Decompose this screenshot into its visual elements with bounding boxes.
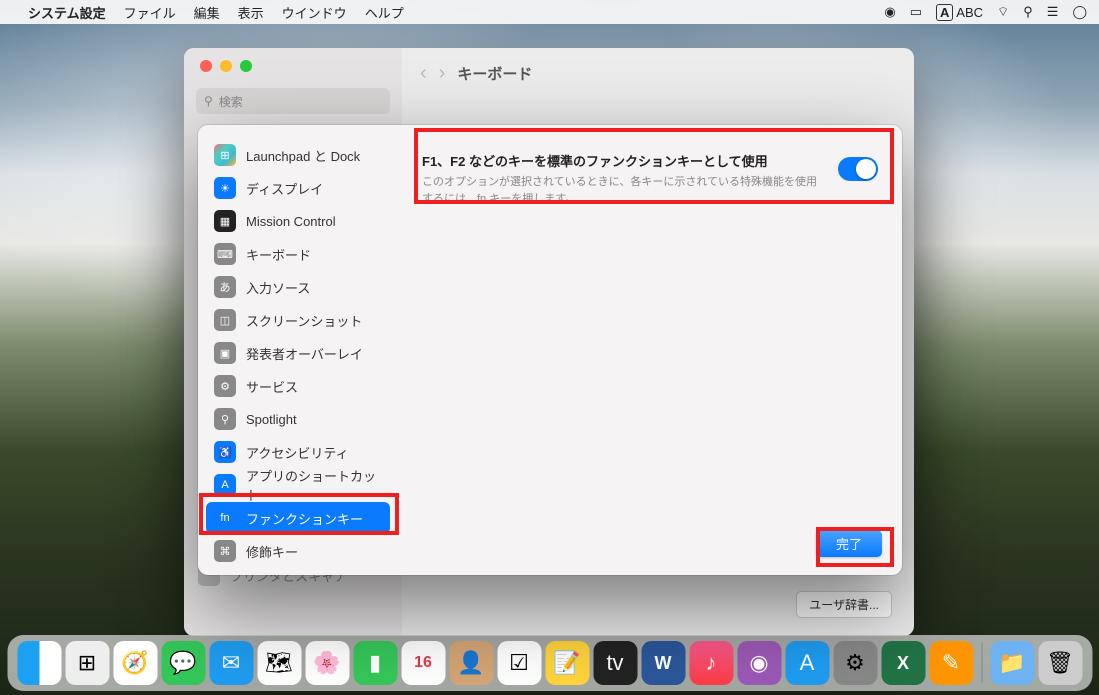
control-center-icon[interactable]: ☰ (1047, 4, 1059, 20)
back-button[interactable]: ‹ (420, 62, 427, 85)
sidebar-item-accessibility[interactable]: ♿アクセシビリティ (206, 436, 390, 468)
function-keys-setting-row: F1、F2 などのキーを標準のファンクションキーとして使用 このオプションが選択… (420, 147, 880, 211)
siri-icon[interactable]: ◯ (1072, 4, 1087, 20)
display-icon: ☀ (214, 177, 236, 199)
dock-notes[interactable]: 📝 (545, 641, 589, 685)
setting-title: F1、F2 などのキーを標準のファンクションキーとして使用 (422, 151, 826, 170)
menu-file[interactable]: ファイル (124, 3, 176, 22)
sidebar-item-function-keys[interactable]: fnファンクションキー (206, 502, 390, 534)
sheet-main: F1、F2 などのキーを標準のファンクションキーとして使用 このオプションが選択… (398, 125, 902, 575)
input-source-indicator[interactable]: A ABC (936, 5, 983, 20)
mission-control-icon: ▦ (214, 210, 236, 232)
function-keys-toggle[interactable] (838, 157, 878, 181)
dock-appstore[interactable]: A (785, 641, 829, 685)
zoom-button[interactable] (240, 60, 252, 72)
dock-excel[interactable]: X (881, 641, 925, 685)
sidebar-item-input-sources[interactable]: あ入力ソース (206, 271, 390, 303)
dock-podcasts[interactable]: ◉ (737, 641, 781, 685)
recording-icon[interactable]: ◉ (884, 4, 895, 20)
sidebar-item-mission-control[interactable]: ▦Mission Control (206, 205, 390, 237)
shortcuts-sheet: ⊞Launchpad と Dock ☀ディスプレイ ▦Mission Contr… (198, 125, 902, 575)
dock-tv[interactable]: tv (593, 641, 637, 685)
presenter-icon: ▣ (214, 342, 236, 364)
sidebar-item-modifier-keys[interactable]: ⌘修飾キー (206, 535, 390, 567)
dock-music[interactable]: ♪ (689, 641, 733, 685)
services-icon: ⚙ (214, 375, 236, 397)
close-button[interactable] (200, 60, 212, 72)
dock-separator (981, 643, 982, 683)
dock-facetime[interactable]: ▮ (353, 641, 397, 685)
menu-bar: システム設定 ファイル 編集 表示 ウインドウ ヘルプ ◉ ▭ A ABC ⌔ … (0, 0, 1099, 24)
app-menu[interactable]: システム設定 (28, 3, 106, 22)
modifier-keys-icon: ⌘ (214, 540, 236, 562)
sidebar-item-spotlight[interactable]: ⚲Spotlight (206, 403, 390, 435)
dock-system-settings[interactable]: ⚙ (833, 641, 877, 685)
dock-reminders[interactable]: ☑ (497, 641, 541, 685)
setting-description: このオプションが選択されているときに、各キーに示されている特殊機能を使用するには… (422, 174, 826, 207)
sidebar-item-services[interactable]: ⚙サービス (206, 370, 390, 402)
dock-mail[interactable]: ✉ (209, 641, 253, 685)
sidebar-item-display[interactable]: ☀ディスプレイ (206, 172, 390, 204)
dock-photos[interactable]: 🌸 (305, 641, 349, 685)
dock-pages[interactable]: ✎ (929, 641, 973, 685)
sheet-sidebar: ⊞Launchpad と Dock ☀ディスプレイ ▦Mission Contr… (198, 125, 398, 575)
wifi-icon[interactable]: ⌔ (997, 4, 1009, 20)
user-dictionary-button[interactable]: ユーザ辞書... (796, 591, 892, 618)
nav-bar: ‹ › キーボード (420, 62, 896, 85)
input-sources-icon: あ (214, 276, 236, 298)
spotlight-icon[interactable]: ⚲ (1023, 4, 1033, 20)
launchpad-icon: ⊞ (214, 144, 236, 166)
menu-view[interactable]: 表示 (238, 3, 264, 22)
page-title: キーボード (457, 63, 532, 84)
menu-help[interactable]: ヘルプ (365, 3, 404, 22)
window-controls (184, 60, 402, 84)
dock-trash[interactable]: 🗑 (1038, 641, 1082, 685)
dock-word[interactable]: W (641, 641, 685, 685)
sidebar-item-launchpad-dock[interactable]: ⊞Launchpad と Dock (206, 139, 390, 171)
dock-finder[interactable] (17, 641, 61, 685)
menu-window[interactable]: ウインドウ (282, 3, 347, 22)
search-icon: ⚲ (204, 94, 213, 108)
dock-launchpad[interactable]: ⊞ (65, 641, 109, 685)
minimize-button[interactable] (220, 60, 232, 72)
dock-calendar[interactable]: 16 (401, 641, 445, 685)
battery-icon[interactable]: ▭ (910, 4, 922, 20)
dock-maps[interactable]: 🗺 (257, 641, 301, 685)
dock: ⊞ 🧭 💬 ✉ 🗺 🌸 ▮ 16 👤 ☑ 📝 tv W ♪ ◉ A ⚙ X ✎ … (7, 635, 1092, 691)
sidebar-item-keyboard[interactable]: ⌨キーボード (206, 238, 390, 270)
dock-downloads[interactable]: 📁 (990, 641, 1034, 685)
dock-messages[interactable]: 💬 (161, 641, 205, 685)
search-placeholder: 検索 (219, 93, 243, 110)
screenshot-icon: ◫ (214, 309, 236, 331)
menu-edit[interactable]: 編集 (194, 3, 220, 22)
keyboard-icon: ⌨ (214, 243, 236, 265)
sidebar-item-presenter-overlay[interactable]: ▣発表者オーバーレイ (206, 337, 390, 369)
done-button[interactable]: 完了 (816, 530, 882, 557)
dock-safari[interactable]: 🧭 (113, 641, 157, 685)
app-shortcuts-icon: A (214, 474, 236, 496)
search-field[interactable]: ⚲ 検索 (196, 88, 390, 114)
dock-contacts[interactable]: 👤 (449, 641, 493, 685)
forward-button[interactable]: › (439, 62, 446, 85)
fn-icon: fn (214, 507, 236, 529)
sidebar-item-app-shortcuts[interactable]: Aアプリのショートカット (206, 469, 390, 501)
sidebar-item-screenshots[interactable]: ◫スクリーンショット (206, 304, 390, 336)
spotlight-sidebar-icon: ⚲ (214, 408, 236, 430)
accessibility-icon: ♿ (214, 441, 236, 463)
